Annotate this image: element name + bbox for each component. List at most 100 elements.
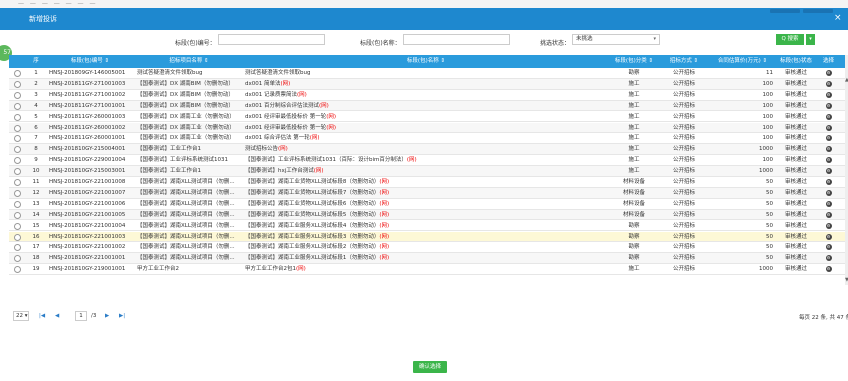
table-row[interactable]: 16 HNSJ-201810GY-221001003 【国泰测试】湖南XLL测试项目… <box>9 231 845 243</box>
select-gear-icon[interactable]: ⚙ <box>825 179 832 185</box>
table-row[interactable]: 8 HNSJ-201810GY-215004001 【国泰测试】工业工作台1 测试招标… <box>9 144 845 156</box>
confirm-select-button[interactable]: 确认选择 <box>413 361 447 373</box>
row-budget: 50 <box>766 179 773 185</box>
table-row[interactable]: 18 HNSJ-201810GY-221001001 【国泰测试】湖南XLL测试项目… <box>9 253 845 265</box>
select-gear-icon[interactable]: ⚙ <box>825 80 832 87</box>
header-section-name[interactable]: 标段(包)名称 ⇕ <box>243 55 609 68</box>
row-section-name-cell: 【国泰测试】湖南工业货物XLL测试标段5（勿删勿动）(网) <box>245 210 609 220</box>
next-page-icon[interactable]: ▶ <box>105 313 109 319</box>
table-row[interactable]: 2 HNSJ-201811GY-271001003 【国泰测试】DX 湖南BIM（勿… <box>9 78 845 90</box>
page-number-input[interactable]: 1 <box>75 311 87 321</box>
select-gear-icon[interactable]: ⚙ <box>825 113 832 120</box>
select-gear-icon[interactable]: ⚙ <box>825 135 832 142</box>
select-gear-icon[interactable]: ⚙ <box>825 211 832 218</box>
row-index: 5 <box>34 113 38 120</box>
select-gear-icon[interactable]: ⚙ <box>825 70 832 76</box>
search-dropdown-button[interactable]: ▾ <box>806 34 815 45</box>
row-net-mark: (网) <box>379 222 390 229</box>
titlebar-tab-2[interactable] <box>803 9 833 13</box>
select-gear-icon[interactable]: ⚙ <box>825 200 832 207</box>
row-section-name: dx001 百分制综合评估法测试 <box>245 102 319 109</box>
table-row[interactable]: 5 HNSJ-201811GY-260001003 【国泰测试】DX 湖南工业（勿删… <box>9 112 845 123</box>
row-radio[interactable] <box>14 211 21 219</box>
first-page-icon[interactable]: |◀ <box>39 313 45 319</box>
row-method: 公开招标 <box>672 102 695 109</box>
row-radio[interactable] <box>14 200 21 208</box>
table-row[interactable]: 1 HNSJ-201809GY-146005001 测试答疑澄清文件领取bug 测试答… <box>9 68 845 79</box>
row-section-name: dx001 经评审最低投标价 第一轮 <box>245 124 327 131</box>
row-radio[interactable] <box>14 80 21 88</box>
table-row[interactable]: 6 HNSJ-201811GY-260001002 【国泰测试】DX 湖南工业（勿删… <box>9 122 845 134</box>
select-gear-icon[interactable]: ⚙ <box>825 157 832 164</box>
row-radio[interactable] <box>14 124 21 132</box>
row-select-cell: ⚙ <box>816 232 841 242</box>
row-radio[interactable] <box>14 157 21 165</box>
table-row[interactable]: 14 HNSJ-201810GY-221001005 【国泰测试】湖南XLL测试项目… <box>9 209 845 221</box>
select-gear-icon[interactable]: ⚙ <box>825 266 832 273</box>
table-row[interactable]: 17 HNSJ-201810GY-221001002 【国泰测试】湖南XLL测试项目… <box>9 242 845 254</box>
pick-status-select[interactable]: 未挑选 ▾ <box>572 34 660 45</box>
last-page-icon[interactable]: ▶| <box>119 313 125 319</box>
table-row[interactable]: 12 HNSJ-201810GY-221001007 【国泰测试】湖南XLL测试项目… <box>9 187 845 199</box>
row-radio[interactable] <box>14 189 21 197</box>
table-row[interactable]: 13 HNSJ-201810GY-221001006 【国泰测试】湖南XLL测试项目… <box>9 199 845 210</box>
select-gear-icon[interactable]: ⚙ <box>825 124 832 131</box>
row-radio[interactable] <box>14 102 21 110</box>
titlebar-tab-1[interactable] <box>770 9 800 13</box>
row-radio[interactable] <box>14 70 21 77</box>
table-header: 序 标段(包)编号 ⇕ 招标项目名称 ⇕ 标段(包)名称 ⇕ 标段(包)分类 ⇕… <box>9 55 845 68</box>
row-radio[interactable] <box>14 135 21 143</box>
row-radio[interactable] <box>14 244 21 252</box>
select-gear-icon[interactable]: ⚙ <box>825 189 832 196</box>
header-section-no[interactable]: 标段(包)编号 ⇕ <box>45 55 135 68</box>
header-budget[interactable]: 合同估算价(万元) ⇕ <box>709 55 776 68</box>
row-radio[interactable] <box>14 113 21 121</box>
select-gear-icon[interactable]: ⚙ <box>825 233 832 240</box>
row-radio[interactable] <box>14 168 21 176</box>
table-row[interactable]: 4 HNSJ-201811GY-271001001 【国泰测试】DX 湖南BIM（勿… <box>9 100 845 112</box>
prev-page-icon[interactable]: ◀ <box>55 313 59 319</box>
header-method[interactable]: 招标方式 ⇕ <box>659 55 709 68</box>
row-radio[interactable] <box>14 222 21 230</box>
row-status: 审核通过 <box>784 189 807 196</box>
row-net-mark: (网) <box>406 157 417 164</box>
page-size-select[interactable]: 22 ▾ <box>13 311 29 321</box>
row-radio[interactable] <box>14 266 21 274</box>
select-gear-icon[interactable]: ⚙ <box>825 244 832 251</box>
table-row[interactable]: 3 HNSJ-201811GY-271001002 【国泰测试】DX 湖南BIM（勿… <box>9 90 845 101</box>
select-gear-icon[interactable]: ⚙ <box>825 91 832 98</box>
header-project-name[interactable]: 招标项目名称 ⇕ <box>135 55 243 68</box>
header-category[interactable]: 标段(包)分类 ⇕ <box>609 55 659 68</box>
row-radio[interactable] <box>14 233 21 241</box>
section-no-input[interactable] <box>218 34 325 45</box>
row-index: 14 <box>32 211 40 218</box>
row-radio[interactable] <box>14 179 21 186</box>
row-radio[interactable] <box>14 91 21 99</box>
table-row[interactable]: 11 HNSJ-201810GY-221001008 【国泰测试】湖南XLL测试项目… <box>9 177 845 188</box>
select-gear-icon[interactable]: ⚙ <box>825 168 832 175</box>
background-strip: 一 一 一 一 一 一 一 <box>0 0 848 8</box>
row-section-name: 【国泰测试】湖南工业服务XLL测试标段4（勿删勿动） <box>245 222 380 229</box>
select-gear-icon[interactable]: ⚙ <box>825 102 832 109</box>
row-radio[interactable] <box>14 255 21 263</box>
row-index: 15 <box>32 222 40 229</box>
row-budget: 50 <box>766 244 773 251</box>
select-gear-icon[interactable]: ⚙ <box>825 255 832 262</box>
section-name-input[interactable] <box>403 34 510 45</box>
row-method: 公开招标 <box>672 113 695 120</box>
row-select-cell: ⚙ <box>816 253 841 263</box>
table-row[interactable]: 10 HNSJ-201810GY-215003001 【国泰测试】工业工作台1 【国泰… <box>9 166 845 177</box>
search-button[interactable]: Q 搜索 <box>776 34 804 45</box>
select-gear-icon[interactable]: ⚙ <box>825 146 832 153</box>
row-section-name: 【国泰测试】湖南工业服务XLL测试标段3（勿删勿动） <box>245 233 380 240</box>
table-row[interactable]: 19 HNSJ-201810GY-219001001 甲方工业工作台2 甲方工业工作台… <box>9 264 845 275</box>
table-row[interactable]: 7 HNSJ-201811GY-260001001 【国泰测试】DX 湖南工业（勿删… <box>9 133 845 145</box>
row-index: 2 <box>34 80 38 87</box>
close-icon[interactable]: × <box>834 13 842 23</box>
table-row[interactable]: 9 HNSJ-201810GY-229001004 【国泰测试】工业评标系统测试10… <box>9 155 845 166</box>
select-gear-icon[interactable]: ⚙ <box>825 222 832 229</box>
chevron-down-icon: ▾ <box>653 36 656 42</box>
row-radio[interactable] <box>14 146 21 154</box>
table-row[interactable]: 15 HNSJ-201810GY-221001004 【国泰测试】湖南XLL测试项目… <box>9 221 845 232</box>
header-status: 标段(包)状态 <box>780 58 812 64</box>
